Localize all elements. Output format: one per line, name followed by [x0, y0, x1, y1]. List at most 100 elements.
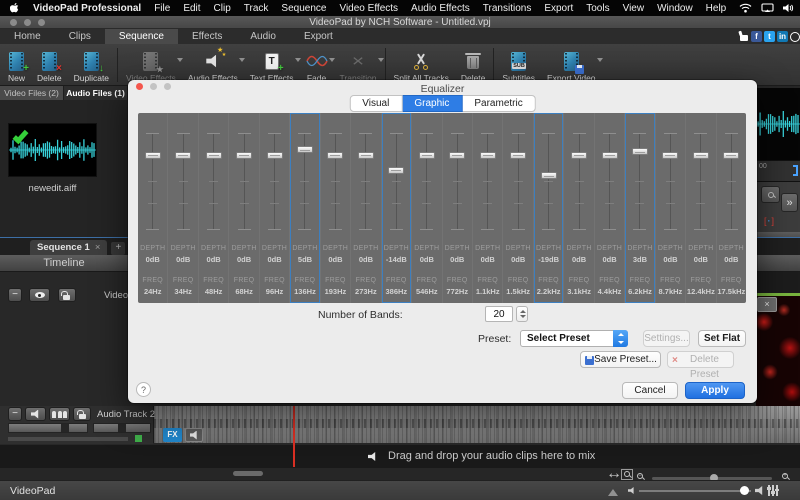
audio-effects-button[interactable]: ★Audio Effects	[182, 43, 244, 85]
eq-slider-thumb[interactable]	[419, 152, 435, 159]
menu-item-view[interactable]: View	[623, 3, 645, 14]
horizontal-scrollbar[interactable]	[233, 471, 263, 476]
zoom-icon[interactable]	[761, 186, 780, 203]
close-overlay-button[interactable]: ×	[757, 297, 777, 312]
menu-item-clip[interactable]: Clip	[214, 3, 231, 14]
eq-slider-thumb[interactable]	[541, 172, 557, 179]
eq-band-17.5kHz[interactable]: DEPTH0dBFREQ17.5kHz	[717, 113, 746, 303]
pan-slider[interactable]	[93, 423, 151, 433]
tab-export[interactable]: Export	[290, 29, 347, 44]
linkedin-icon[interactable]: in	[777, 31, 788, 42]
eq-slider-thumb[interactable]	[602, 152, 618, 159]
audio-clip-thumbnail[interactable]	[8, 123, 97, 177]
menu-item-video-effects[interactable]: Video Effects	[339, 3, 398, 14]
add-sequence-button[interactable]: +	[111, 242, 125, 255]
eq-tab-visual[interactable]: Visual	[349, 95, 402, 112]
volume-thumb[interactable]	[740, 486, 749, 495]
menu-item-tools[interactable]: Tools	[586, 3, 609, 14]
playhead-cursor[interactable]	[293, 406, 295, 467]
fit-width-icon[interactable]: ↔	[606, 468, 622, 480]
eq-band-772Hz[interactable]: DEPTH0dBFREQ772Hz	[443, 113, 473, 303]
pinterest-icon[interactable]	[790, 32, 800, 42]
number-of-bands-stepper[interactable]	[516, 306, 528, 322]
eq-slider-thumb[interactable]	[632, 148, 648, 155]
eq-band-273Hz[interactable]: DEPTH0dBFREQ273Hz	[351, 113, 381, 303]
menu-item-window[interactable]: Window	[657, 3, 693, 14]
eq-slider-thumb[interactable]	[267, 152, 283, 159]
menu-item-transitions[interactable]: Transitions	[483, 3, 532, 14]
volume-slider[interactable]	[8, 423, 88, 433]
eq-tab-parametric[interactable]: Parametric	[462, 95, 535, 112]
settings-button[interactable]: Settings...	[643, 330, 690, 347]
facebook-icon[interactable]: f	[751, 31, 762, 42]
menu-item-videopad-professional[interactable]: VideoPad Professional	[33, 3, 141, 14]
mix-track-lane[interactable]: Drag and drop your audio clips here to m…	[0, 445, 800, 468]
sequence-tab[interactable]: Sequence 1 ×	[30, 240, 107, 255]
lock-icon[interactable]	[73, 407, 91, 421]
eq-slider-thumb[interactable]	[662, 152, 678, 159]
eq-slider-thumb[interactable]	[388, 167, 404, 174]
text-effects-button[interactable]: T+Text Effects	[244, 43, 300, 85]
zoom-selection-icon[interactable]	[621, 468, 633, 480]
eq-band-4.4kHz[interactable]: DEPTH0dBFREQ4.4kHz	[595, 113, 625, 303]
apple-icon[interactable]	[10, 3, 20, 14]
eq-band-96Hz[interactable]: DEPTH0dBFREQ96Hz	[260, 113, 290, 303]
eq-band-193Hz[interactable]: DEPTH0dBFREQ193Hz	[321, 113, 351, 303]
lock-icon[interactable]	[58, 288, 76, 302]
display-icon[interactable]	[761, 3, 774, 13]
tab-sequence[interactable]: Sequence	[105, 29, 178, 44]
clip-mute-button[interactable]	[185, 428, 203, 442]
menu-item-audio-effects[interactable]: Audio Effects	[411, 3, 470, 14]
eq-band-2.2kHz[interactable]: DEPTH-19dBFREQ2.2kHz	[534, 113, 564, 303]
close-icon[interactable]: ×	[95, 242, 101, 253]
tab-clips[interactable]: Clips	[55, 29, 105, 44]
mixer-icon[interactable]	[768, 485, 778, 496]
volume-icon[interactable]	[783, 3, 794, 13]
eq-band-136Hz[interactable]: DEPTH5dBFREQ136Hz	[290, 113, 320, 303]
subtitles-button[interactable]: SUBSubtitles	[496, 43, 541, 85]
help-button[interactable]: ?	[136, 382, 151, 397]
group-tracks-icon[interactable]	[49, 407, 70, 421]
collapse-track-button[interactable]: −	[8, 407, 22, 421]
eq-band-34Hz[interactable]: DEPTH0dBFREQ34Hz	[168, 113, 198, 303]
number-of-bands-input[interactable]: 20	[485, 306, 513, 322]
eq-band-3.1kHz[interactable]: DEPTH0dBFREQ3.1kHz	[564, 113, 594, 303]
delete-button[interactable]: Delete	[455, 43, 492, 85]
bin-tab-video-files-[interactable]: Video Files (2)	[0, 86, 64, 100]
eq-slider-thumb[interactable]	[327, 152, 343, 159]
fade-button[interactable]: Fade	[300, 43, 334, 85]
fx-button[interactable]: FX	[163, 428, 182, 442]
eq-slider-thumb[interactable]	[236, 152, 252, 159]
tab-effects[interactable]: Effects	[178, 29, 236, 44]
menu-item-track[interactable]: Track	[244, 3, 269, 14]
in-out-markers-icon[interactable]: [·]	[764, 216, 775, 226]
delete-button[interactable]: ×Delete	[31, 43, 68, 85]
menu-item-sequence[interactable]: Sequence	[281, 3, 326, 14]
thumbs-up-icon[interactable]	[738, 31, 749, 42]
export-video-button[interactable]: Export Video	[541, 43, 602, 85]
tab-home[interactable]: Home	[0, 29, 55, 44]
master-volume-control[interactable]	[628, 485, 778, 496]
speaker-icon[interactable]	[25, 407, 46, 421]
eq-band-1.5kHz[interactable]: DEPTH0dBFREQ1.5kHz	[503, 113, 533, 303]
eq-band-8.7kHz[interactable]: DEPTH0dBFREQ8.7kHz	[656, 113, 686, 303]
eq-slider-thumb[interactable]	[297, 146, 313, 153]
eq-slider-thumb[interactable]	[480, 152, 496, 159]
split-all-tracks-button[interactable]: Split All Tracks	[388, 43, 455, 85]
collapse-track-button[interactable]: −	[8, 288, 22, 302]
eq-band-68Hz[interactable]: DEPTH0dBFREQ68Hz	[229, 113, 259, 303]
bin-tab-audio-files-[interactable]: Audio Files (1)	[64, 86, 128, 100]
eq-slider-thumb[interactable]	[571, 152, 587, 159]
new-button[interactable]: +New	[2, 43, 31, 85]
eq-band-12.4kHz[interactable]: DEPTH0dBFREQ12.4kHz	[686, 113, 716, 303]
wifi-icon[interactable]	[739, 3, 752, 13]
tab-audio[interactable]: Audio	[236, 29, 290, 44]
eq-slider-thumb[interactable]	[693, 152, 709, 159]
collapse-icon[interactable]	[608, 489, 618, 496]
chevron-down-icon[interactable]	[378, 58, 384, 62]
eye-icon[interactable]	[29, 288, 50, 302]
eq-slider-thumb[interactable]	[449, 152, 465, 159]
eq-slider-thumb[interactable]	[358, 152, 374, 159]
preset-dropdown[interactable]: Select Preset	[520, 330, 628, 347]
menu-item-file[interactable]: File	[154, 3, 170, 14]
